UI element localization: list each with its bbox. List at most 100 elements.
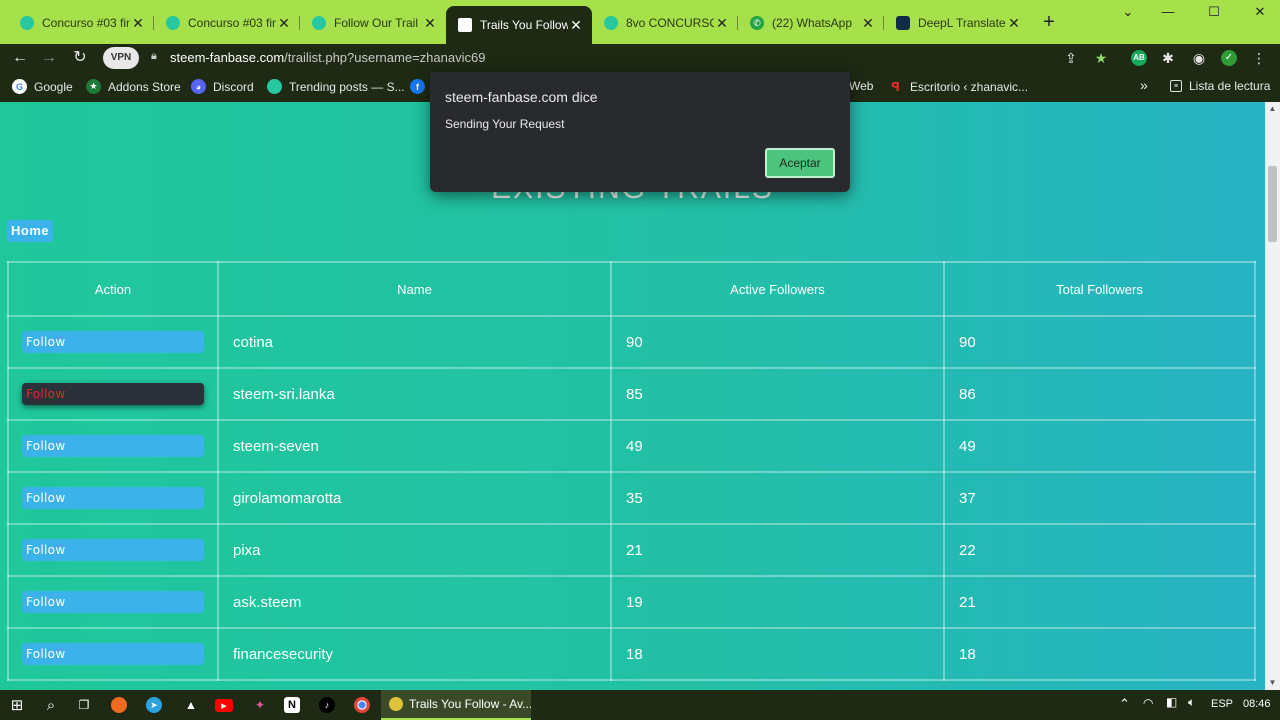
steemit-icon (20, 16, 34, 30)
page-scrollbar[interactable]: ▲ ▼ (1265, 102, 1280, 690)
inkscape-icon[interactable]: ▲ (181, 695, 201, 715)
profile-icon[interactable]: ◉ (1189, 48, 1209, 68)
star-icon[interactable]: ★ (1091, 48, 1111, 68)
tab-search-icon[interactable]: ⌄ (1110, 4, 1146, 24)
dialog-message: Sending Your Request (445, 117, 565, 131)
volume-icon[interactable]: ◧ (1166, 695, 1177, 709)
table-header-row: Action Name Active Followers Total Follo… (7, 261, 1256, 317)
task-view-icon[interactable]: ❐ (74, 695, 94, 715)
active-followers: 21 (610, 523, 945, 577)
follow-button[interactable]: Follow (22, 591, 204, 613)
total-followers: 18 (943, 627, 1256, 681)
tab-deepl[interactable]: DeepL Translate ✕ (884, 8, 1030, 38)
tab-concurso-2[interactable]: Concurso #03 fin ✕ (154, 8, 300, 38)
bookmark-discord[interactable]: ◕ Discord (191, 79, 254, 94)
bookmark-google[interactable]: G Google (12, 79, 73, 94)
taskbar-active-window[interactable]: Trails You Follow - Av... (381, 690, 531, 720)
reading-list-icon: ≡ (1170, 80, 1182, 92)
tab-label: Trails You Follow (480, 18, 568, 32)
address-bar[interactable]: steem-fanbase.com/trailist.php?username=… (170, 50, 485, 65)
close-window-button[interactable]: ✕ (1242, 4, 1278, 24)
discord-icon: ◕ (191, 79, 206, 94)
follow-button[interactable]: Follow (22, 487, 204, 509)
total-followers: 37 (943, 471, 1256, 525)
trail-name: steem-seven (217, 419, 612, 473)
browser-toolbar: ← → ↻ VPN 🔒︎ steem-fanbase.com/trailist.… (0, 44, 1280, 72)
tab-trails-you-follow[interactable]: Trails You Follow ✕ (446, 6, 592, 44)
browser-icon (389, 697, 403, 711)
close-icon[interactable]: ✕ (860, 15, 876, 32)
tab-whatsapp[interactable]: ✆ (22) WhatsApp ✕ (738, 8, 884, 38)
clock[interactable]: 08:46 (1243, 698, 1271, 710)
follow-button[interactable]: Follow (22, 331, 204, 353)
youtube-icon[interactable]: ▶ (215, 699, 233, 712)
steemit-icon (267, 79, 282, 94)
maximize-button[interactable]: ☐ (1196, 4, 1232, 24)
tray-chevron-icon[interactable]: ⌃ (1119, 696, 1130, 712)
close-icon[interactable]: ✕ (422, 15, 438, 32)
search-icon[interactable]: ⌕ (41, 695, 61, 715)
new-tab-button[interactable]: + (1038, 12, 1060, 34)
minimize-button[interactable]: — (1150, 4, 1186, 24)
table-row: Follow girolamomarotta 35 37 (7, 471, 1256, 525)
deepl-icon (896, 16, 910, 30)
vpn-badge[interactable]: VPN (103, 47, 139, 69)
tab-concurso-1[interactable]: Concurso #03 fin ✕ (8, 8, 154, 38)
share-icon[interactable]: ⇪ (1061, 48, 1081, 68)
telegram-icon[interactable]: ➤ (146, 697, 162, 713)
tab-follow-trail[interactable]: Follow Our Trail c ✕ (300, 8, 446, 38)
dialog-title: steem-fanbase.com dice (445, 89, 598, 105)
table-row: Follow pixa 21 22 (7, 523, 1256, 577)
tab-strip: Concurso #03 fin ✕ Concurso #03 fin ✕ Fo… (0, 0, 1280, 44)
tiktok-icon[interactable]: ♪ (319, 697, 335, 713)
close-icon[interactable]: ✕ (130, 15, 146, 32)
bookmark-escritorio[interactable]: ꟼ Escritorio ‹ zhanavic... (888, 79, 1028, 94)
bookmark-label: Web (849, 79, 874, 93)
follow-button[interactable]: Follow (22, 539, 204, 561)
menu-icon[interactable]: ⋮ (1249, 48, 1269, 68)
follow-button[interactable]: Follow (22, 435, 204, 457)
bookmark-trending-posts[interactable]: Trending posts — S... (267, 79, 405, 94)
notion-icon[interactable]: N (284, 697, 300, 713)
scroll-down-arrow-icon[interactable]: ▼ (1265, 676, 1280, 690)
close-icon[interactable]: ✕ (568, 17, 584, 34)
column-header-action: Action (7, 261, 219, 317)
total-followers: 22 (943, 523, 1256, 577)
scroll-up-arrow-icon[interactable]: ▲ (1265, 102, 1280, 116)
tab-8vo-concurso[interactable]: 8vo CONCURSO ✕ (592, 8, 738, 38)
back-arrow-icon[interactable]: ← (9, 47, 31, 69)
app-icon[interactable]: ✦ (250, 695, 270, 715)
table-row: Follow cotina 90 90 (7, 315, 1256, 369)
tab-label: Concurso #03 fin (42, 16, 130, 30)
close-icon[interactable]: ✕ (714, 15, 730, 32)
ab-extension-icon[interactable]: AB (1131, 50, 1147, 66)
home-button[interactable]: Home (7, 220, 54, 242)
trail-name: financesecurity (217, 627, 612, 681)
lock-icon[interactable]: 🔒︎ (151, 50, 161, 64)
wifi-icon[interactable]: ◠ (1143, 696, 1153, 710)
reading-list-button[interactable]: ≡ Lista de lectura (1170, 79, 1270, 93)
dialog-ok-button[interactable]: Aceptar (765, 148, 835, 178)
follow-button[interactable]: Follow (22, 643, 204, 665)
shield-icon[interactable]: ✓ (1221, 50, 1237, 66)
firefox-icon[interactable] (111, 697, 127, 713)
table-row: Follow steem-seven 49 49 (7, 419, 1256, 473)
follow-button[interactable]: Follow (22, 383, 204, 405)
close-icon[interactable]: ✕ (276, 15, 292, 32)
wordpress-icon: ꟼ (891, 79, 900, 94)
bookmark-facebook[interactable]: f (410, 79, 432, 94)
speaker-icon[interactable]: 🔈︎ (1188, 695, 1195, 710)
windows-start-icon[interactable]: ⊞ (7, 695, 27, 715)
bookmarks-more-button[interactable]: » (1140, 77, 1148, 93)
url-path: /trailist.php?username=zhanavic69 (284, 50, 486, 65)
language-indicator[interactable]: ESP (1211, 698, 1233, 710)
forward-arrow-icon[interactable]: → (38, 47, 60, 69)
reload-icon[interactable]: ↻ (69, 47, 91, 69)
close-icon[interactable]: ✕ (1006, 15, 1022, 32)
scroll-thumb[interactable] (1268, 166, 1277, 242)
chrome-icon[interactable] (354, 697, 370, 713)
bookmark-web[interactable]: Web (849, 79, 873, 93)
bookmark-label: Discord (213, 79, 254, 94)
bookmark-addons-store[interactable]: ★ Addons Store (86, 79, 181, 94)
puzzle-icon[interactable]: ✱ (1158, 48, 1178, 68)
